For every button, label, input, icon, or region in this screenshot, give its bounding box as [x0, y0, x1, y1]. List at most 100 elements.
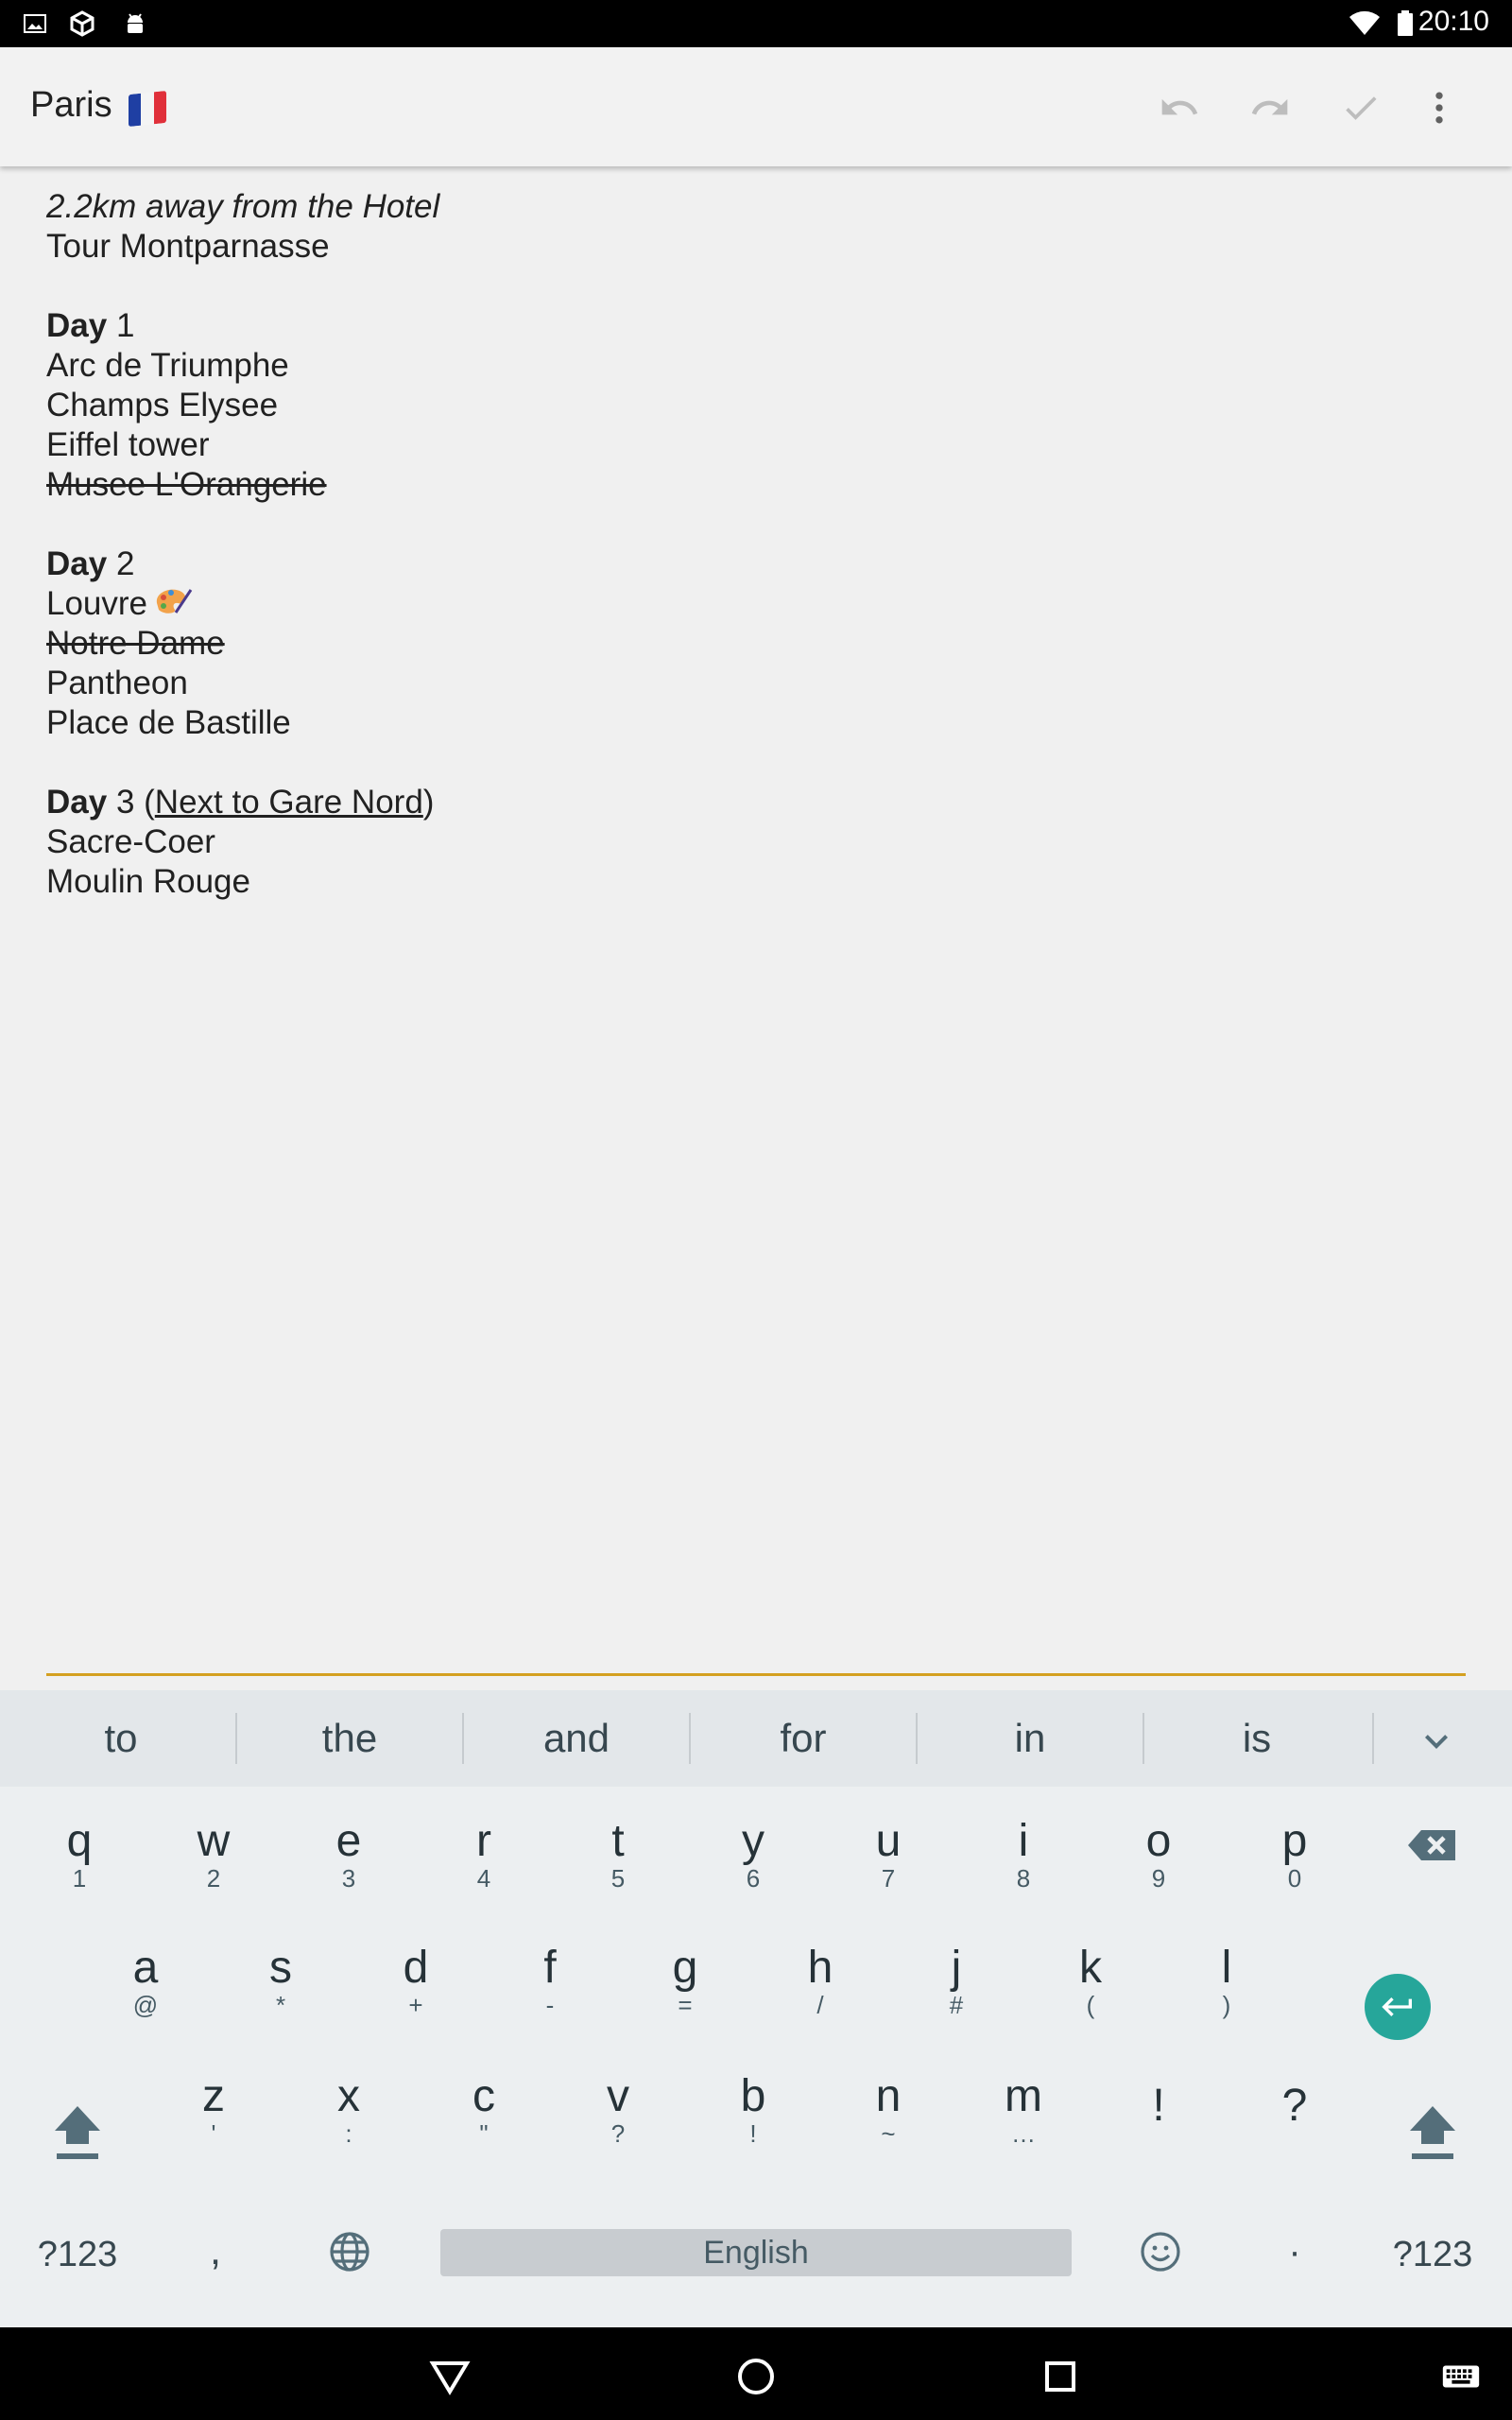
underlined-note: Next to Gare Nord: [154, 784, 423, 821]
list-item: Arc de Triumphe: [46, 347, 289, 384]
period-key[interactable]: ·: [1257, 2231, 1332, 2273]
smiley-icon: [1141, 2232, 1180, 2272]
enter-key[interactable]: [1365, 1974, 1431, 2040]
day-label: Day: [46, 307, 108, 344]
suggestion[interactable]: to: [8, 1690, 234, 1787]
symbols-key-right[interactable]: ?123: [1376, 2235, 1489, 2275]
french-flag-icon: [129, 90, 166, 128]
day-number: 3 (: [107, 784, 155, 821]
keyboard-icon: [1442, 2365, 1480, 2388]
wifi-icon: [1349, 10, 1380, 35]
struck-item: Notre Dame: [46, 625, 225, 662]
key-k[interactable]: k(: [1043, 1911, 1138, 2025]
keyboard-switch-button[interactable]: [1436, 2350, 1486, 2403]
suggestion[interactable]: in: [917, 1690, 1143, 1787]
check-icon: [1346, 96, 1377, 120]
more-options-button[interactable]: [1413, 81, 1466, 134]
suggestion-strip: to the and for in is: [0, 1690, 1512, 1787]
list-item: Moulin Rouge: [46, 863, 250, 900]
comma-key[interactable]: ,: [178, 2227, 253, 2274]
shift-key-left[interactable]: [49, 2099, 106, 2165]
key-e[interactable]: e3: [301, 1787, 396, 1900]
list-item: Sacre-Coer: [46, 823, 215, 860]
key-exclamation[interactable]: !: [1111, 2049, 1206, 2163]
key-b[interactable]: b!: [706, 2040, 800, 2153]
back-button[interactable]: [423, 2350, 476, 2403]
key-x[interactable]: x:: [301, 2040, 396, 2153]
expand-suggestions-button[interactable]: [1414, 1719, 1459, 1764]
list-item: Champs Elysee: [46, 387, 279, 424]
language-key[interactable]: [327, 2229, 372, 2274]
key-h[interactable]: h /: [773, 1911, 868, 2025]
list-item: Louvre: [46, 584, 1464, 624]
shift-key-right[interactable]: [1404, 2099, 1461, 2165]
note-title[interactable]: Paris: [30, 85, 112, 126]
suggestion[interactable]: is: [1143, 1690, 1370, 1787]
day2-heading: Day 2: [46, 544, 1464, 584]
space-bar[interactable]: English: [440, 2229, 1072, 2276]
home-button[interactable]: [730, 2350, 782, 2403]
key-p[interactable]: p0: [1247, 1787, 1342, 1900]
globe-icon: [330, 2232, 369, 2272]
list-item: Pantheon: [46, 665, 188, 701]
key-a[interactable]: a @: [98, 1911, 193, 2025]
status-time: 20:10: [1418, 6, 1489, 37]
emoji-key[interactable]: [1138, 2229, 1183, 2274]
key-n[interactable]: n ~: [841, 2040, 936, 2153]
key-l[interactable]: l): [1179, 1911, 1274, 2025]
key-r[interactable]: r4: [437, 1787, 531, 1900]
key-t[interactable]: t5: [571, 1787, 665, 1900]
chevron-down-icon: [1425, 1735, 1448, 1749]
day-label: Day: [46, 545, 108, 582]
home-circle-icon: [738, 2359, 774, 2394]
redo-icon: [1251, 98, 1288, 115]
distance-line: 2.2km away from the Hotel: [46, 188, 440, 225]
key-m[interactable]: m…: [976, 2040, 1071, 2153]
suggestion[interactable]: and: [463, 1690, 690, 1787]
recents-button[interactable]: [1034, 2350, 1087, 2403]
key-g[interactable]: g =: [638, 1911, 732, 2025]
hotel-line: Tour Montparnasse: [46, 228, 330, 265]
day3-heading: Day 3 (Next to Gare Nord): [46, 784, 435, 821]
day-number: 1: [107, 307, 135, 344]
keyboard: q1 w2 e3 r4 t5 y6 u7 i8 o9 p0 a @ s * d + f…: [0, 1787, 1512, 2327]
status-bar: 20:10: [0, 0, 1512, 47]
key-q[interactable]: q1: [32, 1787, 127, 1900]
app-bar: Paris: [0, 47, 1512, 166]
key-question[interactable]: ?: [1247, 2049, 1342, 2163]
symbols-key-left[interactable]: ?123: [21, 2235, 134, 2275]
key-c[interactable]: c ": [437, 2040, 531, 2153]
back-triangle-icon: [429, 2361, 471, 2395]
note-editor[interactable]: 2.2km away from the Hotel Tour Montparna…: [46, 187, 1464, 902]
undo-button[interactable]: [1153, 81, 1206, 134]
key-o[interactable]: o9: [1111, 1787, 1206, 1900]
key-z[interactable]: z ': [166, 2040, 261, 2153]
list-item: Eiffel tower: [46, 426, 210, 463]
shift-icon: [55, 2106, 100, 2159]
backspace-key[interactable]: [1406, 1823, 1459, 1868]
image-icon: [24, 14, 46, 33]
day-number: 2: [107, 545, 135, 582]
redo-button[interactable]: [1244, 81, 1297, 134]
key-i[interactable]: i8: [976, 1787, 1071, 1900]
key-w[interactable]: w2: [166, 1787, 261, 1900]
key-v[interactable]: v?: [571, 2040, 665, 2153]
save-check-button[interactable]: [1334, 81, 1387, 134]
key-d[interactable]: d +: [369, 1911, 463, 2025]
key-j[interactable]: j #: [909, 1911, 1004, 2025]
edit-field-underline: [46, 1673, 1466, 1676]
recents-square-icon: [1045, 2361, 1075, 2392]
box-icon: [70, 10, 94, 37]
key-u[interactable]: u7: [841, 1787, 936, 1900]
key-s[interactable]: s *: [233, 1911, 328, 2025]
suggestion[interactable]: for: [690, 1690, 917, 1787]
list-item: Place de Bastille: [46, 704, 291, 741]
enter-arrow-icon: [1382, 1997, 1412, 2016]
android-icon: [128, 13, 143, 33]
undo-icon: [1161, 98, 1198, 115]
day1-heading: Day 1: [46, 306, 1464, 346]
key-f[interactable]: f-: [503, 1911, 597, 2025]
key-y[interactable]: y6: [706, 1787, 800, 1900]
suggestion[interactable]: the: [236, 1690, 463, 1787]
shift-icon: [1410, 2106, 1455, 2159]
